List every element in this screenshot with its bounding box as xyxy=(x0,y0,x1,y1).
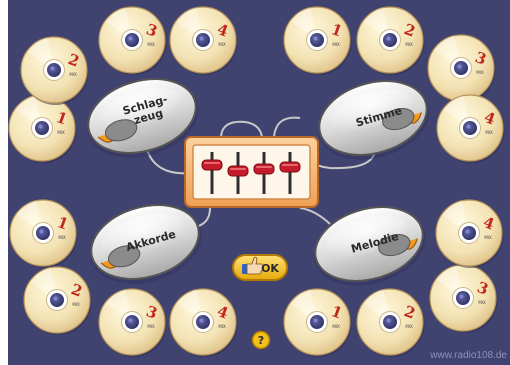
cd-tiny-label: MIX xyxy=(57,130,65,135)
cd-tiny-label: MIX xyxy=(405,42,413,47)
cd-hub xyxy=(456,291,470,305)
cd-tiny-label: MIX xyxy=(218,42,226,47)
cd-hub xyxy=(383,315,397,329)
cd-hub xyxy=(454,61,468,75)
cd-hub xyxy=(50,293,64,307)
cd-tiny-label: MIX xyxy=(218,324,226,329)
cd-hub xyxy=(383,33,397,47)
watermark: www.radio108.de xyxy=(429,350,507,361)
cd-hub xyxy=(196,33,210,47)
game-canvas: Schlag-zeug StimmeAkkorde Melodie 1MIX2MIX… xyxy=(0,0,510,365)
cd-hub xyxy=(35,121,49,135)
cd-tiny-label: MIX xyxy=(69,72,77,77)
cd-hub xyxy=(310,33,324,47)
help-button[interactable]: ? xyxy=(251,330,271,350)
cd-hub xyxy=(125,315,139,329)
cd-hub xyxy=(196,315,210,329)
game-screen: Schlag-zeug Stimme Akkorde Melodie 1 MIX 2 MIX… xyxy=(0,0,510,365)
cd-tiny-label: MIX xyxy=(147,42,155,47)
cd-tiny-label: MIX xyxy=(332,324,340,329)
mixer[interactable] xyxy=(184,136,319,208)
cd-tiny-label: MIX xyxy=(147,324,155,329)
cd-hub xyxy=(36,226,50,240)
cd-hub xyxy=(125,33,139,47)
ok-label: OK xyxy=(261,262,279,275)
cd-tiny-label: MIX xyxy=(476,70,484,75)
cd-tiny-label: MIX xyxy=(58,235,66,240)
cd-tiny-label: MIX xyxy=(485,130,493,135)
cd-tiny-label: MIX xyxy=(405,324,413,329)
help-label: ? xyxy=(258,334,264,347)
cd-hub xyxy=(463,121,477,135)
cd-hub xyxy=(462,226,476,240)
ok-button[interactable]: OK xyxy=(232,254,288,281)
cd-tiny-label: MIX xyxy=(72,302,80,307)
cd-tiny-label: MIX xyxy=(478,300,486,305)
cd-tiny-label: MIX xyxy=(332,42,340,47)
cd-hub xyxy=(47,63,61,77)
cd-tiny-label: MIX xyxy=(484,235,492,240)
cd-hub xyxy=(310,315,324,329)
